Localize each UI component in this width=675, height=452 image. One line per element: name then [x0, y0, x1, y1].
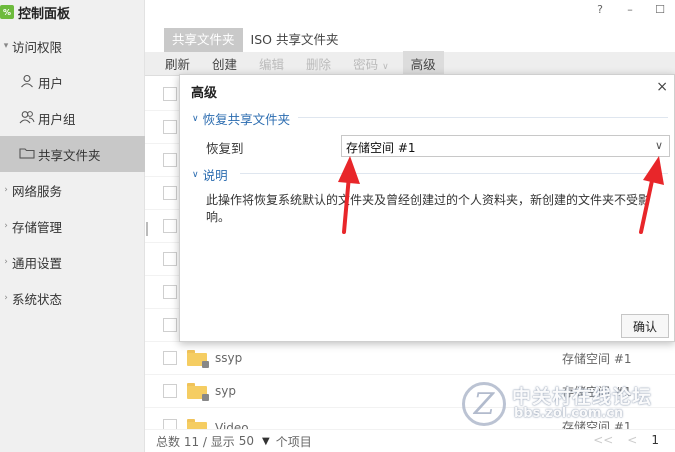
- advanced-dialog: 高级 × ∨ 恢复共享文件夹 恢复到 存储空间 #1 ∨ ∨ 说明 此操作将恢复…: [179, 74, 675, 342]
- chevron-right-icon: ›: [4, 293, 8, 303]
- row-checkbox[interactable]: [163, 87, 177, 101]
- maximize-button[interactable]: ☐: [645, 3, 675, 16]
- confirm-button[interactable]: 确认: [621, 314, 669, 338]
- edit-button[interactable]: 编辑: [259, 54, 284, 73]
- row-checkbox[interactable]: [163, 318, 177, 332]
- sidebar-item-label: 访问权限: [12, 39, 63, 55]
- close-icon[interactable]: ×: [656, 79, 668, 95]
- lock-icon: [202, 394, 209, 401]
- chevron-down-icon: ∨: [192, 113, 199, 124]
- sidebar-item-label: 网络服务: [12, 183, 63, 199]
- total-count: 总数 11 / 显示: [156, 434, 235, 449]
- user-group-icon: [18, 110, 36, 127]
- chevron-right-icon: ›: [4, 221, 8, 231]
- page-size-value[interactable]: 50: [239, 434, 254, 448]
- folder-name: syp: [215, 384, 236, 398]
- refresh-button[interactable]: 刷新: [165, 54, 190, 73]
- sidebar-item-shared-folders[interactable]: 共享文件夹: [0, 136, 145, 172]
- sidebar-item-users[interactable]: 用户: [0, 64, 145, 100]
- section-notes-title: 说明: [202, 168, 228, 183]
- section-notes-header[interactable]: ∨ 说明: [192, 165, 228, 184]
- sidebar-item-general[interactable]: › 通用设置: [0, 244, 145, 280]
- first-page-button[interactable]: <<: [593, 433, 613, 447]
- tab-shared-folders[interactable]: 共享文件夹: [164, 28, 243, 52]
- user-icon: [18, 74, 36, 91]
- chevron-right-icon: ›: [4, 257, 8, 267]
- folder-volume: 存储空间 #1: [562, 351, 632, 366]
- row-checkbox[interactable]: [163, 384, 177, 398]
- app-title: % 控制面板: [0, 2, 70, 22]
- row-checkbox[interactable]: [163, 186, 177, 200]
- chevron-down-icon: ∨: [192, 169, 199, 180]
- delete-button[interactable]: 删除: [306, 54, 331, 73]
- restore-to-value: 存储空间 #1: [346, 141, 416, 155]
- zol-logo-icon: Z: [462, 382, 506, 426]
- create-button[interactable]: 创建: [212, 54, 237, 73]
- pagination: << < 1: [579, 433, 659, 447]
- description-text: 此操作将恢复系统默认的文件夹及曾经创建过的个人资料夹，新创建的文件夹不受影响。: [206, 193, 651, 224]
- watermark: Z 中关村在线论坛 bbs.zol.com.cn: [462, 380, 672, 428]
- tab-iso-shared-folders[interactable]: ISO 共享文件夹: [243, 28, 347, 52]
- sidebar-item-storage[interactable]: › 存储管理: [0, 208, 145, 244]
- folder-icon: [187, 350, 209, 368]
- chevron-down-icon: ∨: [654, 139, 663, 152]
- section-divider: [298, 117, 668, 118]
- section-divider: [240, 173, 668, 174]
- advanced-button[interactable]: 高级: [402, 51, 444, 76]
- sidebar-item-label: 用户组: [38, 111, 76, 127]
- sidebar-item-status[interactable]: › 系统状态: [0, 280, 145, 316]
- dialog-title: 高级: [191, 86, 218, 101]
- row-checkbox[interactable]: [163, 351, 177, 365]
- section-restore-header[interactable]: ∨ 恢复共享文件夹: [192, 109, 290, 128]
- sidebar-item-user-groups[interactable]: 用户组: [0, 100, 145, 136]
- folder-icon: [187, 383, 209, 401]
- sidebar: % 控制面板 ▾ 访问权限 用户 用户组 共享文件夹 › 网络服务 › 存储管理…: [0, 0, 145, 452]
- folder-icon: [187, 419, 207, 429]
- app-logo-icon: %: [0, 5, 14, 19]
- row-checkbox[interactable]: [163, 252, 177, 266]
- sidebar-item-access[interactable]: ▾ 访问权限: [0, 28, 145, 64]
- sidebar-item-label: 系统状态: [12, 291, 63, 307]
- watermark-url: bbs.zol.com.cn: [514, 406, 624, 421]
- chevron-right-icon: ›: [4, 185, 8, 195]
- lock-icon: [202, 361, 209, 368]
- row-checkbox[interactable]: [163, 285, 177, 299]
- minimize-button[interactable]: –: [615, 3, 645, 16]
- sidebar-item-label: 存储管理: [12, 219, 63, 235]
- permission-label: 密码: [353, 57, 379, 72]
- chevron-down-icon: ▾: [3, 41, 9, 51]
- row-checkbox[interactable]: [163, 419, 177, 429]
- folder-name: ssyp: [215, 351, 243, 365]
- row-checkbox[interactable]: [163, 153, 177, 167]
- items-unit: 个项目: [275, 434, 312, 449]
- sidebar-item-network[interactable]: › 网络服务: [0, 172, 145, 208]
- help-button[interactable]: ?: [585, 3, 615, 16]
- table-row[interactable]: ssyp 存储空间 #1: [145, 342, 675, 375]
- sidebar-item-label: 共享文件夹: [38, 147, 101, 163]
- permission-button[interactable]: 密码 ∨: [353, 54, 389, 73]
- section-restore-title: 恢复共享文件夹: [202, 112, 291, 127]
- prev-page-button[interactable]: <: [627, 433, 637, 447]
- window-controls: ? – ☐: [585, 0, 675, 18]
- row-checkbox[interactable]: [163, 219, 177, 233]
- restore-to-label: 恢复到: [206, 141, 244, 156]
- current-page[interactable]: 1: [651, 433, 659, 447]
- app-title-text: 控制面板: [18, 6, 71, 22]
- row-checkbox[interactable]: [163, 120, 177, 134]
- caret-down-icon[interactable]: ▼: [262, 436, 270, 447]
- shared-folder-icon: [18, 146, 36, 163]
- toolbar: 刷新 创建 编辑 删除 密码 ∨ 高级: [145, 51, 675, 76]
- folder-name: Video: [215, 421, 249, 430]
- sidebar-item-label: 通用设置: [12, 255, 63, 271]
- tab-bar: 共享文件夹 ISO 共享文件夹: [164, 28, 346, 52]
- restore-to-select[interactable]: 存储空间 #1 ∨: [341, 135, 670, 157]
- watermark-title: 中关村在线论坛: [512, 386, 653, 408]
- chevron-down-icon: ∨: [382, 62, 389, 72]
- list-footer: 总数 11 / 显示 50 ▼ 个项目 << < 1: [145, 430, 675, 452]
- sidebar-item-label: 用户: [38, 75, 64, 91]
